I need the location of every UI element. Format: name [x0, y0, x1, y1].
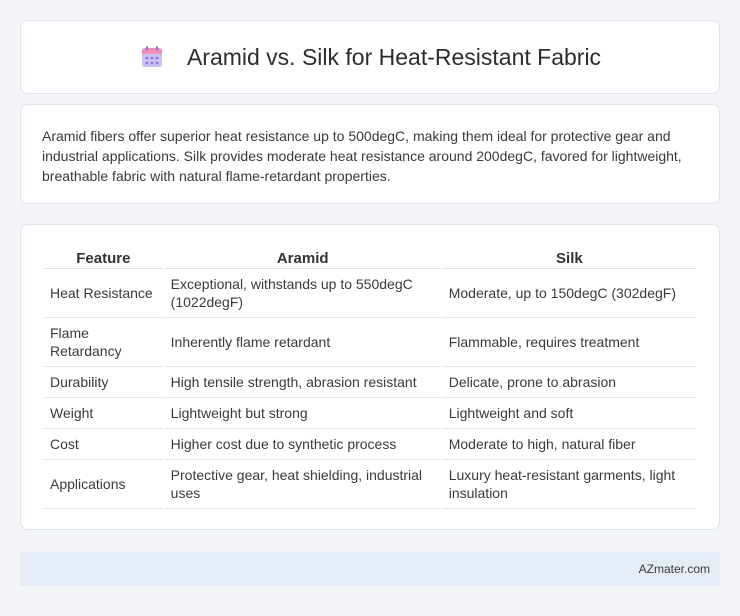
title-card: Aramid vs. Silk for Heat-Resistant Fabri… — [20, 20, 720, 94]
table-row: Flame Retardancy Inherently flame retard… — [44, 318, 696, 367]
cell-feature: Flame Retardancy — [44, 318, 163, 367]
cell-silk: Delicate, prone to abrasion — [442, 367, 696, 398]
cell-silk: Lightweight and soft — [442, 398, 696, 429]
cell-silk: Flammable, requires treatment — [442, 318, 696, 367]
cell-feature: Durability — [44, 367, 163, 398]
cell-feature: Applications — [44, 460, 163, 509]
cell-aramid: Lightweight but strong — [164, 398, 441, 429]
cell-aramid: Inherently flame retardant — [164, 318, 441, 367]
intro-paragraph: Aramid fibers offer superior heat resist… — [42, 128, 682, 184]
table-row: Durability High tensile strength, abrasi… — [44, 367, 696, 398]
table-row: Cost Higher cost due to synthetic proces… — [44, 429, 696, 460]
cell-feature: Cost — [44, 429, 163, 460]
header-feature: Feature — [44, 245, 163, 269]
page-title: Aramid vs. Silk for Heat-Resistant Fabri… — [186, 43, 602, 70]
cell-feature: Weight — [44, 398, 163, 429]
table-header-row: Feature Aramid Silk — [44, 245, 696, 269]
calendar-icon — [141, 46, 162, 67]
title-wrap: Aramid vs. Silk for Heat-Resistant Fabri… — [139, 44, 601, 71]
header-silk: Silk — [442, 245, 696, 269]
comparison-table: Feature Aramid Silk Heat Resistance Exce… — [42, 245, 698, 509]
cell-silk: Moderate, up to 150degC (302degF) — [442, 269, 696, 318]
comparison-card: Feature Aramid Silk Heat Resistance Exce… — [20, 224, 720, 530]
table-row: Heat Resistance Exceptional, withstands … — [44, 269, 696, 318]
header-aramid: Aramid — [164, 245, 441, 269]
cell-aramid: High tensile strength, abrasion resistan… — [164, 367, 441, 398]
cell-feature: Heat Resistance — [44, 269, 163, 318]
footer-site-link[interactable]: AZmater.com — [639, 562, 710, 576]
cell-aramid: Exceptional, withstands up to 550degC (1… — [164, 269, 441, 318]
cell-silk: Moderate to high, natural fiber — [442, 429, 696, 460]
footer: AZmater.com — [20, 552, 720, 586]
cell-aramid: Higher cost due to synthetic process — [164, 429, 441, 460]
table-row: Applications Protective gear, heat shiel… — [44, 460, 696, 509]
cell-aramid: Protective gear, heat shielding, industr… — [164, 460, 441, 509]
intro-card: Aramid fibers offer superior heat resist… — [20, 104, 720, 204]
table-row: Weight Lightweight but strong Lightweigh… — [44, 398, 696, 429]
cell-silk: Luxury heat-resistant garments, light in… — [442, 460, 696, 509]
